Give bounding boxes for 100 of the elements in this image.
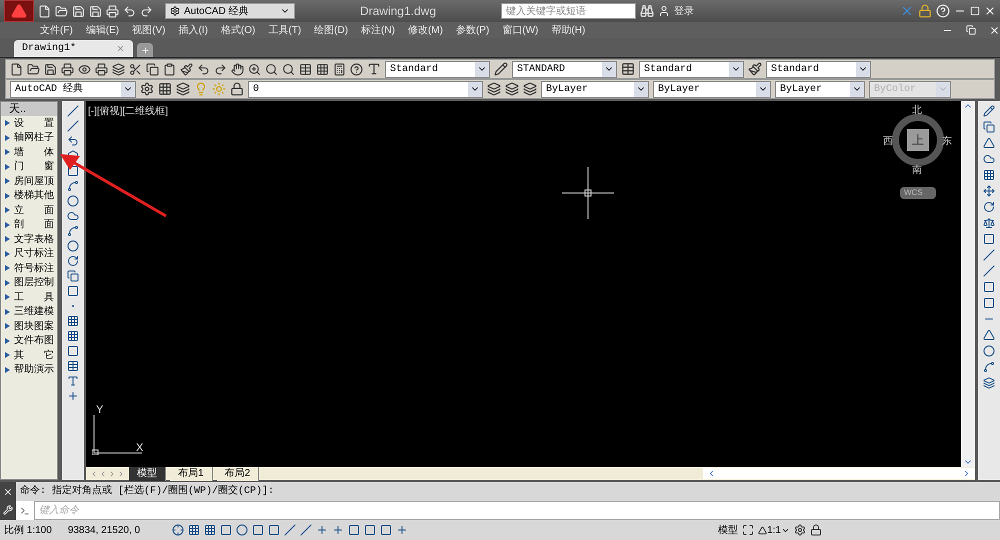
palette-item[interactable]: 文件布图 — [1, 334, 57, 348]
new-tab-button[interactable] — [137, 43, 154, 57]
palette-item[interactable]: 楼梯其他 — [1, 188, 57, 203]
palette-item[interactable]: 墙 体 — [1, 145, 57, 160]
app-menu-button[interactable] — [4, 0, 34, 22]
drawing-canvas[interactable]: [-][俯视][二维线框] 北 西 上 东 南 WCS Y X — [86, 101, 961, 467]
menu-item[interactable]: 编辑(E) — [86, 22, 120, 38]
menu-item[interactable]: 标注(N) — [361, 22, 395, 38]
menu-item[interactable]: 绘图(D) — [314, 22, 348, 38]
preview-icon[interactable] — [78, 62, 91, 76]
circle-icon[interactable] — [67, 195, 79, 207]
horizontal-scrollbar[interactable] — [703, 468, 975, 479]
settings-icon[interactable] — [140, 82, 154, 96]
layers-icon[interactable] — [505, 82, 519, 96]
table-icon[interactable] — [67, 360, 79, 372]
search-icon[interactable] — [265, 62, 278, 76]
lock-icon[interactable] — [918, 4, 932, 18]
printer-icon[interactable] — [95, 62, 108, 76]
user-icon[interactable] — [658, 5, 670, 17]
drafting-toggle-icon[interactable] — [332, 524, 344, 536]
paintbrush-icon[interactable] — [180, 62, 193, 76]
redo-icon[interactable] — [214, 62, 227, 76]
layers-icon[interactable] — [176, 82, 190, 96]
undo-icon[interactable] — [123, 4, 136, 18]
palette-item[interactable]: 剖 面 — [1, 218, 57, 232]
chevron-right-icon[interactable] — [962, 469, 971, 478]
drafting-toggle-icon[interactable] — [172, 524, 184, 536]
lock-icon[interactable] — [230, 82, 244, 96]
drafting-toggle-icon[interactable] — [188, 524, 200, 536]
lock-icon[interactable] — [810, 524, 822, 536]
palette-item[interactable]: 尺寸标注 — [1, 246, 57, 261]
close-icon[interactable] — [3, 487, 13, 497]
leader-style-dropdown[interactable]: Standard — [766, 60, 871, 78]
viewport-label[interactable]: [-][俯视][二维线框] — [88, 104, 168, 119]
grid-icon[interactable] — [158, 82, 172, 96]
drafting-toggle-icon[interactable] — [220, 524, 232, 536]
text-icon[interactable] — [67, 375, 79, 387]
maximize-icon[interactable] — [970, 6, 980, 16]
drafting-toggle-icon[interactable] — [204, 524, 216, 536]
menu-item[interactable]: 视图(V) — [132, 22, 166, 38]
layers-icon[interactable] — [523, 82, 537, 96]
line-icon[interactable] — [67, 120, 79, 132]
palette-item[interactable]: 门 窗 — [1, 160, 57, 174]
line-icon[interactable] — [67, 105, 79, 117]
menu-item[interactable]: 窗口(W) — [502, 22, 538, 38]
scissors-icon[interactable] — [129, 62, 142, 76]
layers-icon[interactable] — [487, 82, 501, 96]
document-tab[interactable]: Drawing1* — [14, 40, 134, 57]
drafting-toggle-icon[interactable] — [236, 524, 248, 536]
copy-icon[interactable] — [983, 121, 995, 133]
wrench-icon[interactable] — [3, 505, 13, 515]
printer-icon[interactable] — [61, 62, 74, 76]
zoom-icon[interactable] — [248, 62, 261, 76]
drafting-toggle-icon[interactable] — [252, 524, 264, 536]
arc-icon[interactable] — [67, 180, 79, 192]
search-field[interactable]: 键入关键字或短语 — [501, 3, 636, 19]
hand-icon[interactable] — [231, 62, 244, 76]
clipboard-icon[interactable] — [163, 62, 176, 76]
new-file-icon[interactable] — [10, 62, 23, 76]
open-folder-icon[interactable] — [27, 62, 40, 76]
layout-tab[interactable]: 布局2 — [216, 466, 260, 481]
palette-item[interactable]: 文字表格 — [1, 232, 57, 246]
menu-item[interactable]: 格式(O) — [220, 22, 256, 38]
rectangle-icon[interactable] — [67, 165, 79, 177]
linetype-dropdown[interactable]: ByLayer — [653, 80, 771, 98]
drafting-toggle-icon[interactable] — [268, 524, 280, 536]
drafting-toggle-icon[interactable] — [300, 524, 312, 536]
workspace-dropdown[interactable]: AutoCAD 经典 — [10, 80, 136, 98]
text-style-dropdown[interactable]: Standard — [385, 60, 490, 78]
viewcube-face[interactable]: 上 — [907, 129, 929, 151]
restore-icon[interactable] — [966, 25, 976, 35]
printer-icon[interactable] — [106, 4, 119, 18]
drafting-toggle-icon[interactable] — [396, 524, 408, 536]
drafting-toggle-icon[interactable] — [348, 524, 360, 536]
grid-icon[interactable] — [316, 62, 329, 76]
palette-item[interactable]: 符号标注 — [1, 261, 57, 276]
command-input[interactable]: 键入命令 — [34, 501, 1000, 520]
palette-item[interactable]: 三维建模 — [1, 304, 57, 319]
search-icon[interactable] — [282, 62, 295, 76]
palette-item[interactable]: 工 具 — [1, 290, 57, 304]
save-as-icon[interactable] — [89, 4, 102, 18]
palette-item[interactable]: 其 它 — [1, 348, 57, 362]
prompt-icon[interactable] — [20, 506, 30, 516]
drafting-toggle-icon[interactable] — [316, 524, 328, 536]
palette-item[interactable]: 设 置 — [1, 116, 57, 130]
table-icon[interactable] — [299, 62, 312, 76]
drafting-toggle-icon[interactable] — [284, 524, 296, 536]
stack-icon[interactable] — [112, 62, 125, 76]
rotate-icon[interactable] — [983, 201, 995, 213]
scale-icon[interactable] — [983, 217, 995, 229]
menu-item[interactable]: 插入(I) — [178, 22, 208, 38]
gear-icon[interactable] — [170, 6, 180, 16]
menu-item[interactable]: 参数(P) — [456, 22, 490, 38]
dimension-style-dropdown[interactable]: STANDARD — [512, 60, 617, 78]
add-icon[interactable] — [67, 390, 79, 402]
binoculars-icon[interactable] — [640, 4, 654, 18]
settings-icon[interactable] — [794, 524, 806, 536]
undo-icon[interactable] — [197, 62, 210, 76]
workspace-dropdown[interactable]: AutoCAD 经典 — [165, 3, 295, 19]
copy-icon[interactable] — [146, 62, 159, 76]
